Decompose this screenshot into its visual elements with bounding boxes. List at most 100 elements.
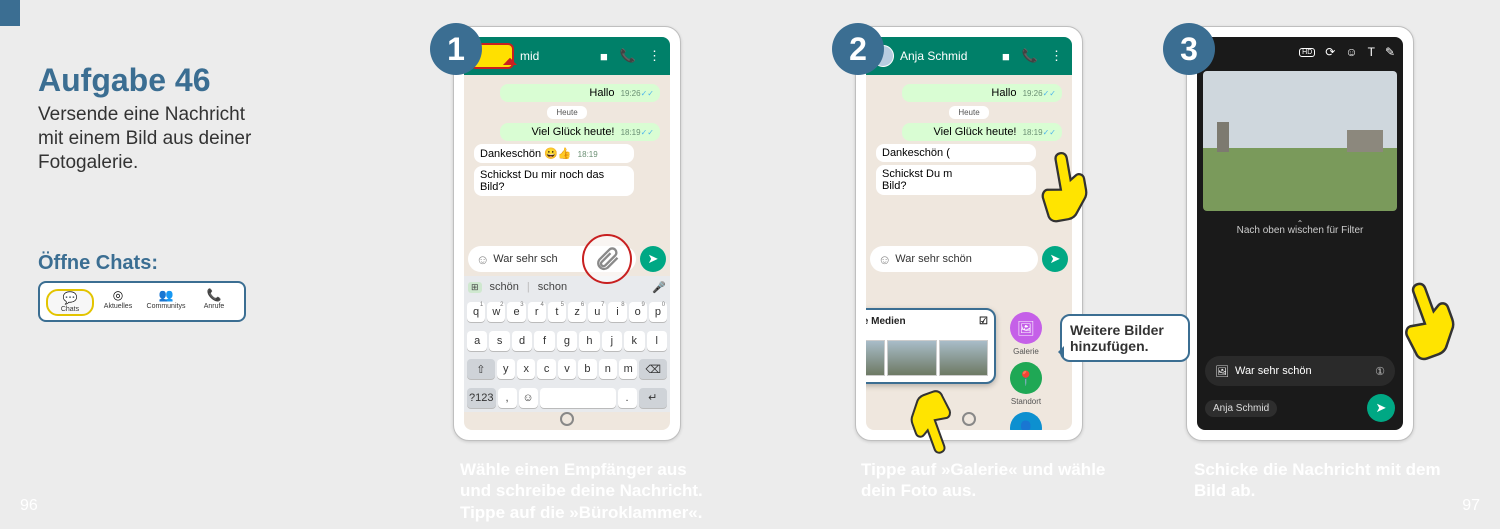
thumb[interactable] xyxy=(939,340,988,376)
key-e[interactable]: e3 xyxy=(507,302,525,322)
more-icon[interactable]: ⋮ xyxy=(645,48,664,64)
home-button[interactable] xyxy=(560,412,574,426)
key-l[interactable]: l xyxy=(647,331,667,351)
kontakt-button[interactable]: 👤 xyxy=(1010,412,1042,430)
key-x[interactable]: x xyxy=(517,359,535,379)
suggestion[interactable]: schön xyxy=(490,281,519,293)
chat-icon: 💬 xyxy=(63,292,78,304)
call-icon[interactable]: 📞 xyxy=(617,48,639,64)
timer-icon[interactable]: ① xyxy=(1375,365,1385,378)
caption-input[interactable]: 🖼 War sehr schön ① xyxy=(1205,356,1395,386)
input-text: War sehr sch xyxy=(493,253,557,265)
key-h[interactable]: h xyxy=(579,331,599,351)
hd-badge[interactable]: HD xyxy=(1299,48,1315,57)
video-icon[interactable]: ■ xyxy=(999,49,1013,64)
sticker-icon[interactable]: ☺ xyxy=(1345,45,1357,59)
paperclip-icon xyxy=(593,245,621,273)
draw-icon[interactable]: ✎ xyxy=(1385,45,1395,59)
emoji-icon[interactable]: ☺ xyxy=(878,252,891,267)
key-a[interactable]: a xyxy=(467,331,487,351)
nav-item-aktuelles[interactable]: ◎ Aktuelles xyxy=(94,289,142,316)
key-comma[interactable]: , xyxy=(498,388,517,408)
key-t[interactable]: t5 xyxy=(548,302,566,322)
editor-toolbar: ‹ HD ⟳ ☺ T ✎ xyxy=(1197,37,1403,67)
key-z[interactable]: z6 xyxy=(568,302,586,322)
key-shift[interactable]: ⇧ xyxy=(467,359,495,379)
step-badge-2: 2 xyxy=(832,23,884,75)
key-dot[interactable]: . xyxy=(618,388,637,408)
add-photo-icon[interactable]: 🖼 xyxy=(1215,365,1229,378)
text-icon[interactable]: T xyxy=(1368,45,1375,59)
page-number-right: 97 xyxy=(1462,497,1480,515)
suggestion[interactable]: schon xyxy=(538,281,567,293)
standort-button[interactable]: 📍 xyxy=(1010,362,1042,394)
key-j[interactable]: j xyxy=(602,331,622,351)
msg-out: Hallo 19:26✓✓ xyxy=(902,84,1062,102)
margin-tab xyxy=(0,0,20,26)
task-line: mit einem Bild aus deiner xyxy=(38,128,251,149)
send-button[interactable]: ➤ xyxy=(1042,246,1068,272)
contact-name: Anja Schmid xyxy=(900,49,993,63)
phone-step-1: 1 mid ■ 📞 ⋮ Hallo 19:26✓✓ Heute Viel Glü… xyxy=(453,26,681,441)
send-button[interactable]: ➤ xyxy=(1367,394,1395,422)
key-c[interactable]: c xyxy=(537,359,555,379)
key-y[interactable]: y xyxy=(497,359,515,379)
key-f[interactable]: f xyxy=(534,331,554,351)
hand-pointer-icon xyxy=(1025,142,1110,243)
key-space[interactable] xyxy=(540,388,616,408)
galerie-button[interactable]: 🖼 xyxy=(1010,312,1042,344)
key-u[interactable]: u7 xyxy=(588,302,606,322)
key-k[interactable]: k xyxy=(624,331,644,351)
nav-item-anrufe[interactable]: 📞 Anrufe xyxy=(190,289,238,316)
key-b[interactable]: b xyxy=(578,359,596,379)
video-icon[interactable]: ■ xyxy=(597,49,611,64)
msg-out: Hallo 19:26✓✓ xyxy=(500,84,660,102)
key-g[interactable]: g xyxy=(557,331,577,351)
key-o[interactable]: o9 xyxy=(629,302,647,322)
msg-out: Viel Glück heute! 18:19✓✓ xyxy=(500,123,660,141)
status-icon: ◎ xyxy=(113,289,123,301)
task-line: Fotogalerie. xyxy=(38,152,138,173)
chat-area: Hallo 19:26✓✓ Heute Viel Glück heute! 18… xyxy=(464,75,670,205)
attach-header[interactable]: ← Alle Medien ☑ xyxy=(866,316,988,327)
key-r[interactable]: r4 xyxy=(528,302,546,322)
thumb[interactable] xyxy=(866,340,885,376)
call-icon[interactable]: 📞 xyxy=(1019,48,1041,64)
key-backspace[interactable]: ⌫ xyxy=(639,359,667,379)
crop-icon[interactable]: ⟳ xyxy=(1325,45,1335,59)
more-icon[interactable]: ⋮ xyxy=(1047,48,1066,64)
message-input[interactable]: ☺ War sehr schön xyxy=(870,246,1038,272)
attach-month: Mai xyxy=(866,329,988,338)
key-m[interactable]: m xyxy=(619,359,637,379)
wa-header: Anja Schmid ■ 📞 ⋮ xyxy=(866,37,1072,75)
key-p[interactable]: p0 xyxy=(649,302,667,322)
key-emoji[interactable]: ☺ xyxy=(519,388,538,408)
nav-item-communitys[interactable]: 👥 Communitys xyxy=(142,289,190,316)
key-v[interactable]: v xyxy=(558,359,576,379)
send-button[interactable]: ➤ xyxy=(640,246,666,272)
key-n[interactable]: n xyxy=(599,359,617,379)
phone-step-3: 3 ‹ HD ⟳ ☺ T ✎ Nach oben wischen für Fil… xyxy=(1186,26,1414,441)
check-icon[interactable]: ☑ xyxy=(979,316,988,327)
emoji-icon[interactable]: ☺ xyxy=(476,252,489,267)
key-s[interactable]: s xyxy=(489,331,509,351)
key-numbers[interactable]: ?123 xyxy=(467,388,496,408)
message-input-row: ☺ War sehr schön ➤ xyxy=(866,242,1072,276)
nav-label: Communitys xyxy=(147,303,186,310)
thumbnails xyxy=(866,340,988,376)
thumb[interactable] xyxy=(887,340,936,376)
key-d[interactable]: d xyxy=(512,331,532,351)
key-i[interactable]: i8 xyxy=(608,302,626,322)
key-enter[interactable]: ↵ xyxy=(639,388,668,408)
mic-icon[interactable]: 🎤 xyxy=(652,281,666,294)
msg-in: Schickst Du mir noch dasBild? xyxy=(474,166,634,196)
key-q[interactable]: q1 xyxy=(467,302,485,322)
phone-step-2: 2 Anja Schmid ■ 📞 ⋮ Hallo 19:26✓✓ Heute … xyxy=(855,26,1083,441)
paperclip-highlight[interactable] xyxy=(582,234,632,284)
key-w[interactable]: w2 xyxy=(487,302,505,322)
photo-preview[interactable] xyxy=(1203,71,1397,211)
gif-icon[interactable]: ⊞ xyxy=(468,282,482,293)
nav-label: Anrufe xyxy=(204,303,225,310)
task-title: Aufgabe 46 xyxy=(38,62,328,99)
nav-item-chats[interactable]: 💬 Chats xyxy=(46,289,94,316)
